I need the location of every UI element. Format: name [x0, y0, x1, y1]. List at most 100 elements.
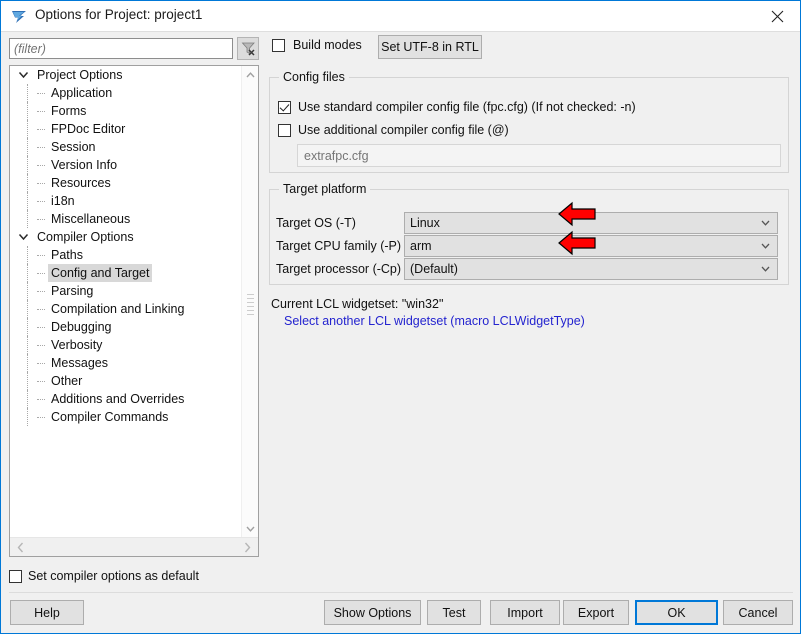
tree-item-label: Paths [51, 248, 83, 262]
test-button[interactable]: Test [427, 600, 481, 625]
tree-item-label: Compilation and Linking [51, 302, 185, 316]
tree-item-label: FPDoc Editor [51, 122, 126, 136]
tree-item-compiler-options[interactable]: Compiler Options [10, 228, 241, 246]
tree-guide-stub [37, 309, 45, 310]
scroll-down-button[interactable] [242, 520, 259, 537]
tree-item-forms[interactable]: Forms [10, 102, 241, 120]
use-standard-config-label: Use standard compiler config file (fpc.c… [298, 100, 636, 114]
clear-filter-button[interactable] [237, 37, 259, 60]
close-button[interactable] [754, 1, 800, 31]
target-cpu-combobox[interactable]: arm [404, 235, 778, 257]
lazarus-logo-icon [10, 8, 28, 26]
tree-guide-stub [37, 219, 45, 220]
tree-item-version-info[interactable]: Version Info [10, 156, 241, 174]
tree-item-compilation-and-linking[interactable]: Compilation and Linking [10, 300, 241, 318]
tree-item-miscellaneous[interactable]: Miscellaneous [10, 210, 241, 228]
tree-item-parsing[interactable]: Parsing [10, 282, 241, 300]
filter-clear-icon [241, 42, 255, 56]
chevron-left-icon [17, 542, 24, 553]
window-title: Options for Project: project1 [35, 7, 203, 22]
tree-guide-stub [37, 93, 45, 94]
tree-item-additions-and-overrides[interactable]: Additions and Overrides [10, 390, 241, 408]
tree-item-session[interactable]: Session [10, 138, 241, 156]
scroll-left-button[interactable] [12, 539, 29, 556]
import-button[interactable]: Import [490, 600, 560, 625]
target-processor-combobox[interactable]: (Default) [404, 258, 778, 280]
target-os-row: Target OS (-T) Linux [276, 212, 778, 234]
target-cpu-row: Target CPU family (-P) arm [276, 235, 778, 257]
chevron-right-icon [244, 542, 251, 553]
chevron-down-icon [761, 259, 770, 279]
tree-vertical-scrollbar[interactable] [241, 66, 258, 537]
tree-item-resources[interactable]: Resources [10, 174, 241, 192]
target-platform-group: Target platform Target OS (-T) Linux Tar… [269, 182, 789, 285]
tree-guide-line [27, 156, 28, 174]
chevron-down-icon[interactable] [18, 66, 29, 84]
tree-item-messages[interactable]: Messages [10, 354, 241, 372]
tree-item-label: Forms [51, 104, 87, 118]
tree-guide-stub [37, 147, 45, 148]
tree-item-label: i18n [51, 194, 75, 208]
config-files-group-title: Config files [279, 70, 349, 84]
options-tree-panel: Project Options Application Forms FPDoc Edi… [9, 65, 259, 557]
tree-item-compiler-commands[interactable]: Compiler Commands [10, 408, 241, 426]
use-additional-config-checkbox[interactable] [278, 123, 291, 137]
build-modes-checkbox-row[interactable]: Build modes [272, 38, 362, 52]
show-options-button[interactable]: Show Options [324, 600, 421, 625]
target-os-combobox[interactable]: Linux [404, 212, 778, 234]
tree-guide-stub [37, 165, 45, 166]
chevron-down-icon [761, 213, 770, 233]
tree-guide-stub [37, 345, 45, 346]
tree-item-project-options[interactable]: Project Options [10, 66, 241, 84]
set-utf8-in-rtl-button[interactable]: Set UTF-8 in RTL [378, 35, 482, 59]
tree-item-label: Project Options [37, 68, 123, 82]
tree-item-other[interactable]: Other [10, 372, 241, 390]
tree-guide-line [27, 354, 28, 372]
use-additional-config-row[interactable]: Use additional compiler config file (@) [278, 123, 509, 137]
scroll-up-button[interactable] [242, 66, 259, 83]
tree-item-application[interactable]: Application [10, 84, 241, 102]
tree-item-label: Miscellaneous [51, 212, 131, 226]
set-default-checkbox-row[interactable]: Set compiler options as default [9, 569, 199, 583]
tree-guide-line [27, 300, 28, 318]
target-processor-label: Target processor (-Cp) [276, 262, 402, 276]
tree-item-label: Debugging [51, 320, 112, 334]
use-standard-config-checkbox[interactable] [278, 100, 291, 114]
tree-guide-line [27, 120, 28, 138]
chevron-up-icon [246, 71, 255, 77]
options-tree[interactable]: Project Options Application Forms FPDoc Edi… [10, 66, 241, 537]
tree-item-label: Resources [51, 176, 111, 190]
tree-guide-line [27, 192, 28, 210]
export-button[interactable]: Export [563, 600, 629, 625]
tree-guide-line [27, 336, 28, 354]
scroll-right-button[interactable] [239, 539, 256, 556]
set-default-checkbox[interactable] [9, 569, 22, 583]
search-filter-input[interactable] [9, 38, 233, 59]
use-additional-config-label: Use additional compiler config file (@) [298, 123, 509, 137]
build-modes-checkbox[interactable] [272, 38, 285, 52]
chevron-down-icon[interactable] [18, 228, 29, 246]
tree-item-paths[interactable]: Paths [10, 246, 241, 264]
scrollbar-grip[interactable] [247, 294, 254, 316]
tree-item-label: Config and Target [48, 264, 153, 282]
tree-item-label: Additions and Overrides [51, 392, 185, 406]
footer-divider [9, 592, 793, 593]
tree-item-config-and-target[interactable]: Config and Target [10, 264, 241, 282]
ok-button[interactable]: OK [635, 600, 718, 625]
tree-item-verbosity[interactable]: Verbosity [10, 336, 241, 354]
tree-item-debugging[interactable]: Debugging [10, 318, 241, 336]
tree-horizontal-scrollbar[interactable] [10, 537, 258, 556]
additional-config-path-input[interactable] [297, 144, 781, 167]
tree-guide-line [27, 372, 28, 390]
target-processor-row: Target processor (-Cp) (Default) [276, 258, 778, 280]
select-widgetset-link[interactable]: Select another LCL widgetset (macro LCLW… [284, 314, 585, 328]
tree-guide-stub [37, 183, 45, 184]
tree-guide-line [27, 138, 28, 156]
tree-guide-stub [37, 273, 45, 274]
cancel-button[interactable]: Cancel [723, 600, 793, 625]
tree-item-fpdoc-editor[interactable]: FPDoc Editor [10, 120, 241, 138]
help-button[interactable]: Help [10, 600, 84, 625]
use-standard-config-row[interactable]: Use standard compiler config file (fpc.c… [278, 100, 636, 114]
tree-guide-stub [37, 417, 45, 418]
tree-item-i18n[interactable]: i18n [10, 192, 241, 210]
